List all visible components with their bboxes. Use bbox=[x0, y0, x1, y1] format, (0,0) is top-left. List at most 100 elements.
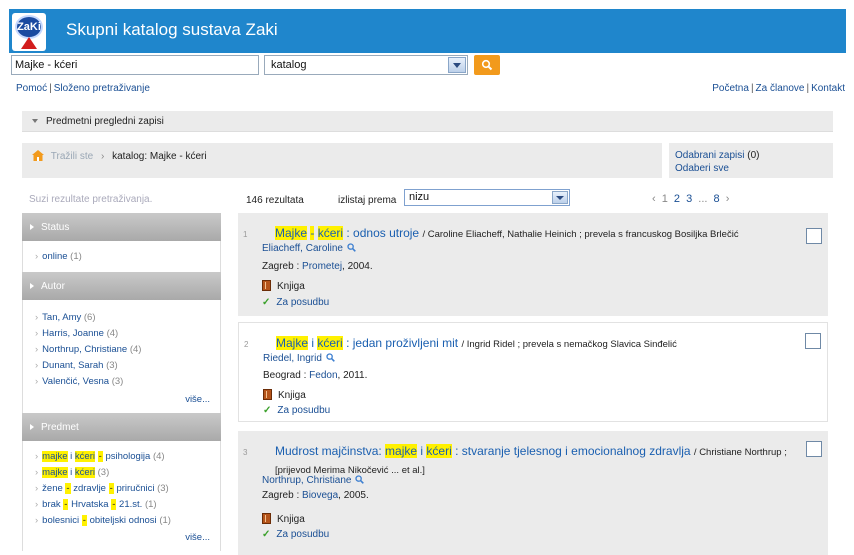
result-number: 2 bbox=[244, 340, 249, 349]
advanced-search-link[interactable]: Složeno pretraživanje bbox=[54, 83, 150, 94]
result-number: 3 bbox=[243, 448, 248, 457]
select-all-link[interactable]: Odaberi sve bbox=[675, 163, 729, 174]
subject-records-toggle[interactable]: Predmetni pregledni zapisi bbox=[22, 111, 833, 132]
result-imprint: Beograd : Fedon, 2011. bbox=[263, 370, 368, 381]
result-availability: ✓ Za posudbu bbox=[263, 405, 331, 416]
result-imprint: Zagreb : Prometej, 2004. bbox=[262, 261, 373, 272]
facet-item[interactable]: › brak - Hrvatska - 21.st. (1) bbox=[35, 497, 220, 513]
chevron-down-icon bbox=[552, 191, 568, 204]
page-link[interactable]: 8 bbox=[714, 193, 720, 205]
facet-predmet-more-link[interactable]: više... bbox=[35, 531, 220, 545]
result-responsibility: / Ingrid Ridel ; prevela s nemačkog Slav… bbox=[461, 339, 677, 350]
home-link[interactable]: Početna bbox=[712, 83, 749, 94]
search-icon bbox=[481, 59, 493, 71]
facet-autor-header[interactable]: Autor bbox=[22, 272, 221, 300]
result-imprint: Zagreb : Biovega, 2005. bbox=[262, 490, 369, 501]
saved-records-box: Odabrani zapisi (0) Odaberi sve bbox=[669, 143, 833, 178]
result-publisher-link[interactable]: Prometej bbox=[302, 261, 342, 272]
refine-results-input[interactable]: Suzi rezultate pretraživanja. bbox=[29, 194, 152, 205]
result-select-checkbox[interactable] bbox=[805, 333, 821, 349]
page-link[interactable]: 2 bbox=[674, 193, 680, 205]
result-author: Riedel, Ingrid bbox=[263, 353, 335, 364]
logo-triangle-icon bbox=[21, 37, 37, 49]
top-links-left: Pomoć | Složeno pretraživanje bbox=[16, 83, 150, 94]
zaki-logo[interactable]: ZaKi bbox=[12, 13, 46, 51]
top-links-right: Početna | Za članove | Kontakt bbox=[712, 83, 845, 94]
facet-item[interactable]: › Valenčić, Vesna (3) bbox=[35, 374, 220, 390]
subject-bar-label: Predmetni pregledni zapisi bbox=[46, 116, 164, 127]
facet-status-header[interactable]: Status bbox=[22, 213, 221, 241]
result-availability: ✓ Za posudbu bbox=[262, 529, 330, 540]
facet-predmet-body: › majke i kćeri - psihologija (4) › majke … bbox=[22, 441, 221, 551]
selected-records-link[interactable]: Odabrani zapisi bbox=[675, 150, 744, 161]
result-item: 2 Majke i kćeri : jedan proživljeni mit … bbox=[238, 322, 828, 422]
result-type: Knjiga bbox=[262, 513, 305, 525]
result-title[interactable]: Majke - kćeri : odnos utroje / Caroline … bbox=[275, 225, 795, 243]
search-icon[interactable] bbox=[326, 353, 335, 362]
search-icon[interactable] bbox=[347, 243, 356, 252]
facet-item[interactable]: › Tan, Amy (6) bbox=[35, 310, 220, 326]
result-select-checkbox[interactable] bbox=[806, 228, 822, 244]
members-link[interactable]: Za članove bbox=[756, 83, 805, 94]
page-link[interactable]: 3 bbox=[686, 193, 692, 205]
app-title: Skupni katalog sustava Zaki bbox=[66, 20, 278, 39]
sort-label: izlistaj prema bbox=[338, 195, 397, 206]
search-icon[interactable] bbox=[355, 475, 365, 484]
scope-select-value: katalog bbox=[271, 59, 307, 71]
breadcrumb: Tražili ste › katalog: Majke - kćeri bbox=[22, 143, 662, 178]
facet-item[interactable]: › Northrup, Christiane (4) bbox=[35, 342, 220, 358]
result-author-link[interactable]: Riedel, Ingrid bbox=[263, 353, 322, 364]
app-header: ZaKi Skupni katalog sustava Zaki bbox=[9, 9, 846, 53]
result-publisher-link[interactable]: Biovega bbox=[302, 490, 338, 501]
result-type: Knjiga bbox=[263, 389, 306, 401]
result-author: Northrup, Christiane bbox=[262, 475, 365, 486]
result-item: 3 Mudrost majčinstva: majke i kćeri : st… bbox=[238, 431, 828, 555]
help-link[interactable]: Pomoć bbox=[16, 83, 47, 94]
facet-item[interactable]: › Dunant, Sarah (3) bbox=[35, 358, 220, 374]
sort-select[interactable]: nizu bbox=[404, 189, 570, 206]
home-icon[interactable] bbox=[32, 150, 44, 161]
pagination: ‹ 1 2 3 ... 8 › bbox=[652, 193, 732, 205]
page-ellipsis: ... bbox=[698, 193, 708, 205]
breadcrumb-searched[interactable]: Tražili ste bbox=[51, 151, 93, 162]
facet-item[interactable]: › žene - zdravlje - priručnici (3) bbox=[35, 481, 220, 497]
result-item: 1 Majke - kćeri : odnos utroje / Carolin… bbox=[238, 213, 828, 316]
contact-link[interactable]: Kontakt bbox=[811, 83, 845, 94]
check-icon: ✓ bbox=[262, 297, 271, 308]
facet-status-body: › online (1) bbox=[22, 241, 221, 272]
facet-item[interactable]: › bolesnici - obiteljski odnosi (1) bbox=[35, 513, 220, 529]
result-title[interactable]: Majke i kćeri : jedan proživljeni mit / … bbox=[276, 335, 796, 353]
triangle-down-icon bbox=[32, 119, 38, 123]
result-select-checkbox[interactable] bbox=[806, 441, 822, 457]
result-author-link[interactable]: Northrup, Christiane bbox=[262, 475, 351, 486]
result-number: 1 bbox=[243, 230, 248, 239]
chevron-right-icon: › bbox=[100, 151, 105, 162]
result-publisher-link[interactable]: Fedon bbox=[309, 370, 337, 381]
page-link: 1 bbox=[661, 193, 668, 205]
result-responsibility: / Caroline Eliacheff, Nathalie Heinich ;… bbox=[422, 229, 739, 240]
book-icon bbox=[263, 389, 272, 400]
result-title[interactable]: Mudrost majčinstva: majke i kćeri : stva… bbox=[275, 443, 795, 479]
result-type: Knjiga bbox=[262, 280, 305, 292]
facet-item[interactable]: › Harris, Joanne (4) bbox=[35, 326, 220, 342]
prev-page-icon[interactable]: ‹ bbox=[652, 193, 656, 205]
facet-autor-more-link[interactable]: više... bbox=[35, 393, 220, 407]
chevron-down-icon bbox=[448, 57, 466, 73]
facet-item[interactable]: › online (1) bbox=[35, 249, 220, 265]
search-button[interactable] bbox=[474, 55, 500, 75]
facet-predmet-header[interactable]: Predmet bbox=[22, 413, 221, 441]
result-author: Eliacheff, Caroline bbox=[262, 243, 356, 254]
logo-text: ZaKi bbox=[15, 15, 43, 39]
result-author-link[interactable]: Eliacheff, Caroline bbox=[262, 243, 343, 254]
facet-item[interactable]: › majke i kćeri - psihologija (4) bbox=[35, 449, 220, 465]
book-icon bbox=[262, 280, 271, 291]
selected-records-count: (0) bbox=[747, 150, 760, 161]
sort-select-value: nizu bbox=[409, 191, 430, 203]
result-availability: ✓ Za posudbu bbox=[262, 297, 330, 308]
breadcrumb-current: katalog: Majke - kćeri bbox=[112, 151, 207, 162]
check-icon: ✓ bbox=[263, 405, 272, 416]
facet-item[interactable]: › majke i kćeri (3) bbox=[35, 465, 220, 481]
search-input[interactable] bbox=[11, 55, 259, 75]
scope-select[interactable]: katalog bbox=[264, 55, 468, 75]
next-page-icon[interactable]: › bbox=[726, 193, 730, 205]
